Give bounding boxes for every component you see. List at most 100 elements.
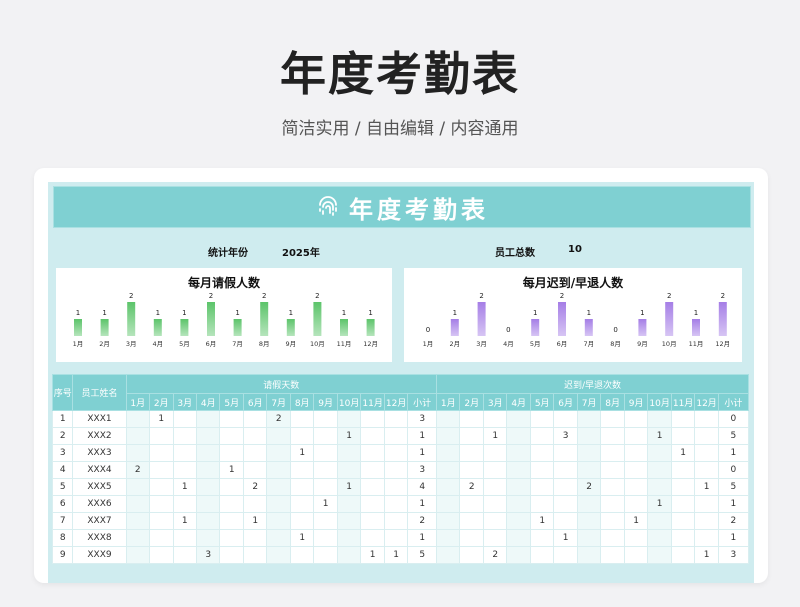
cell-leave[interactable] bbox=[336, 461, 362, 479]
cell-late[interactable] bbox=[435, 410, 461, 428]
cell-leave[interactable] bbox=[219, 546, 244, 564]
cell-late[interactable] bbox=[600, 495, 625, 513]
cell-leave[interactable] bbox=[149, 478, 174, 496]
cell-leave[interactable] bbox=[360, 512, 385, 530]
cell-late[interactable] bbox=[482, 529, 508, 547]
cell-leave[interactable] bbox=[242, 427, 268, 445]
cell-leave[interactable] bbox=[149, 461, 174, 479]
cell-name[interactable]: XXX5 bbox=[72, 478, 127, 496]
cell-leave[interactable] bbox=[242, 444, 268, 462]
cell-name[interactable]: XXX7 bbox=[72, 512, 127, 530]
cell-late-total[interactable]: 2 bbox=[717, 512, 750, 530]
cell-late[interactable] bbox=[694, 461, 719, 479]
cell-late[interactable]: 2 bbox=[482, 546, 508, 564]
cell-leave[interactable] bbox=[313, 529, 338, 547]
cell-late-total[interactable]: 3 bbox=[717, 546, 750, 564]
cell-leave[interactable] bbox=[219, 529, 244, 547]
cell-leave[interactable] bbox=[172, 546, 198, 564]
cell-late[interactable] bbox=[459, 444, 484, 462]
cell-leave[interactable] bbox=[172, 495, 198, 513]
cell-late[interactable] bbox=[694, 495, 719, 513]
cell-leave[interactable] bbox=[360, 461, 385, 479]
cell-late[interactable] bbox=[553, 546, 578, 564]
cell-leave[interactable]: 2 bbox=[242, 478, 268, 496]
cell-leave[interactable] bbox=[336, 444, 362, 462]
cell-late[interactable] bbox=[459, 427, 484, 445]
cell-leave[interactable] bbox=[289, 427, 315, 445]
cell-late[interactable] bbox=[459, 529, 484, 547]
cell-leave[interactable] bbox=[313, 546, 338, 564]
cell-leave[interactable]: 1 bbox=[360, 546, 385, 564]
cell-leave[interactable] bbox=[149, 495, 174, 513]
cell-leave[interactable] bbox=[149, 529, 174, 547]
cell-leave[interactable] bbox=[195, 444, 221, 462]
cell-leave[interactable] bbox=[336, 529, 362, 547]
cell-leave[interactable] bbox=[360, 495, 385, 513]
cell-late-total[interactable]: 5 bbox=[717, 427, 750, 445]
cell-leave[interactable]: 1 bbox=[313, 495, 338, 513]
cell-late-total[interactable]: 0 bbox=[717, 461, 750, 479]
cell-late[interactable] bbox=[529, 461, 555, 479]
cell-late[interactable] bbox=[482, 478, 508, 496]
cell-late[interactable] bbox=[529, 546, 555, 564]
cell-leave[interactable] bbox=[172, 461, 198, 479]
cell-leave[interactable]: 1 bbox=[289, 444, 315, 462]
cell-leave-total[interactable]: 2 bbox=[407, 512, 437, 530]
cell-late[interactable] bbox=[459, 546, 484, 564]
cell-leave[interactable] bbox=[289, 495, 315, 513]
cell-leave[interactable] bbox=[125, 546, 151, 564]
cell-leave[interactable] bbox=[289, 478, 315, 496]
cell-leave[interactable] bbox=[266, 444, 291, 462]
cell-late[interactable] bbox=[506, 444, 531, 462]
cell-late[interactable] bbox=[506, 529, 531, 547]
cell-late[interactable] bbox=[529, 427, 555, 445]
cell-name[interactable]: XXX6 bbox=[72, 495, 127, 513]
cell-late[interactable] bbox=[529, 529, 555, 547]
cell-leave[interactable] bbox=[195, 512, 221, 530]
cell-late-total[interactable]: 5 bbox=[717, 478, 750, 496]
cell-late[interactable]: 1 bbox=[553, 529, 578, 547]
cell-late[interactable] bbox=[670, 512, 696, 530]
cell-late[interactable] bbox=[576, 495, 602, 513]
cell-leave[interactable] bbox=[336, 512, 362, 530]
cell-leave[interactable] bbox=[125, 444, 151, 462]
cell-seq[interactable]: 7 bbox=[51, 512, 74, 530]
cell-late[interactable] bbox=[600, 461, 625, 479]
cell-name[interactable]: XXX4 bbox=[72, 461, 127, 479]
cell-late[interactable] bbox=[647, 478, 672, 496]
cell-late[interactable] bbox=[576, 444, 602, 462]
cell-leave[interactable] bbox=[219, 478, 244, 496]
cell-seq[interactable]: 9 bbox=[51, 546, 74, 564]
cell-late[interactable] bbox=[529, 410, 555, 428]
cell-late[interactable] bbox=[506, 478, 531, 496]
cell-seq[interactable]: 6 bbox=[51, 495, 74, 513]
cell-seq[interactable]: 4 bbox=[51, 461, 74, 479]
cell-leave[interactable] bbox=[266, 512, 291, 530]
cell-late[interactable] bbox=[506, 512, 531, 530]
cell-leave[interactable] bbox=[383, 410, 409, 428]
cell-late[interactable]: 1 bbox=[694, 546, 719, 564]
cell-late-total[interactable]: 0 bbox=[717, 410, 750, 428]
cell-late[interactable] bbox=[694, 444, 719, 462]
cell-late[interactable] bbox=[435, 478, 461, 496]
cell-leave[interactable] bbox=[360, 478, 385, 496]
cell-late[interactable] bbox=[459, 410, 484, 428]
cell-leave[interactable] bbox=[242, 495, 268, 513]
cell-late[interactable] bbox=[600, 546, 625, 564]
cell-late[interactable] bbox=[670, 546, 696, 564]
cell-late-total[interactable]: 1 bbox=[717, 444, 750, 462]
cell-leave[interactable] bbox=[219, 427, 244, 445]
cell-late[interactable] bbox=[553, 478, 578, 496]
cell-late[interactable] bbox=[647, 546, 672, 564]
cell-late[interactable] bbox=[506, 461, 531, 479]
cell-leave[interactable] bbox=[195, 495, 221, 513]
cell-leave[interactable] bbox=[242, 461, 268, 479]
cell-late[interactable] bbox=[506, 410, 531, 428]
cell-late[interactable] bbox=[694, 410, 719, 428]
cell-leave-total[interactable]: 1 bbox=[407, 444, 437, 462]
cell-late-total[interactable]: 1 bbox=[717, 495, 750, 513]
cell-leave[interactable] bbox=[266, 495, 291, 513]
cell-late[interactable] bbox=[506, 495, 531, 513]
cell-leave[interactable] bbox=[383, 427, 409, 445]
cell-leave[interactable] bbox=[172, 529, 198, 547]
